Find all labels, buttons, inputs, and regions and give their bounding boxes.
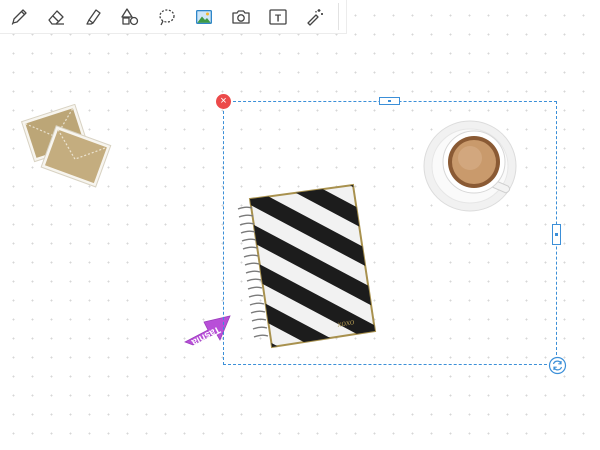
eraser-tool-button[interactable] — [37, 0, 74, 33]
rotate-icon — [548, 356, 567, 375]
toolbar-divider — [338, 3, 339, 30]
shapes-tool-button[interactable] — [111, 0, 148, 33]
camera-icon — [231, 9, 250, 24]
camera-tool-button[interactable] — [222, 0, 259, 33]
shapes-icon — [120, 7, 138, 25]
magic-wand-icon — [306, 8, 323, 26]
sticker-tool-button[interactable] — [296, 0, 333, 33]
envelopes-image[interactable] — [17, 103, 115, 190]
resize-handle-top[interactable] — [379, 97, 400, 105]
lasso-icon — [158, 8, 175, 25]
sticker-label: Tasnia — [189, 323, 222, 347]
highlighter-tool-button[interactable] — [74, 0, 111, 33]
text-tool-button[interactable]: T — [259, 0, 296, 33]
delete-selection-button[interactable]: × — [216, 94, 231, 109]
text-tool-glyph: T — [274, 13, 280, 24]
pen-icon — [11, 8, 27, 25]
text-box-icon: T — [268, 8, 287, 25]
drawing-toolbar: T — [0, 0, 347, 34]
pen-tool-button[interactable] — [0, 0, 37, 33]
resize-handle-right[interactable] — [552, 224, 561, 245]
rotate-handle[interactable] — [548, 356, 567, 375]
image-tool-button[interactable] — [185, 0, 222, 33]
image-icon — [195, 9, 212, 24]
highlighter-icon — [85, 8, 101, 25]
close-icon: × — [220, 95, 227, 107]
lasso-tool-button[interactable] — [148, 0, 185, 33]
selection-box: × — [216, 94, 567, 375]
eraser-icon — [47, 9, 64, 25]
